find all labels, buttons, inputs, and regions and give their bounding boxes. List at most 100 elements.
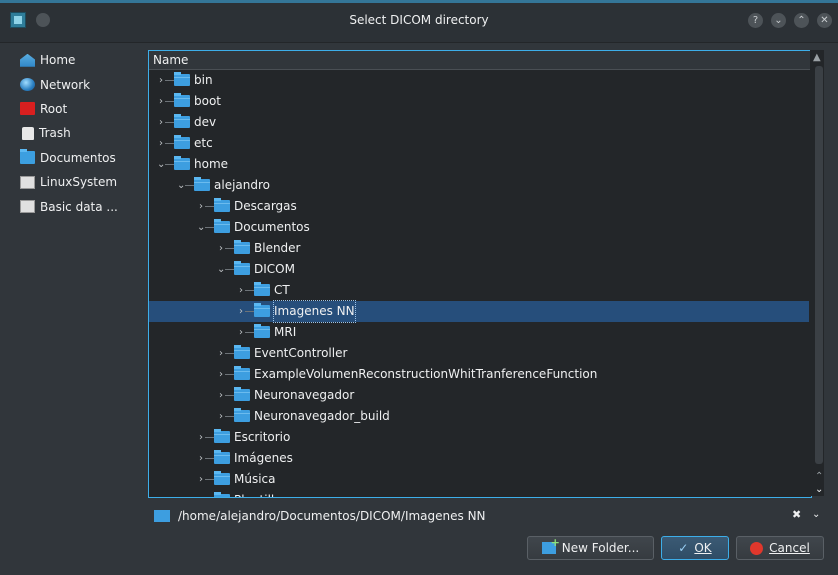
sidebar-item-network[interactable]: Network xyxy=(20,72,145,96)
cancel-button[interactable]: Cancel xyxy=(736,536,824,560)
scrollbar-thumb[interactable] xyxy=(815,66,823,464)
tree-branch-line xyxy=(245,332,254,333)
expand-arrow-icon[interactable]: › xyxy=(197,490,205,497)
expand-arrow-icon[interactable]: › xyxy=(237,322,245,343)
folder-icon xyxy=(174,156,190,170)
tree-branch-line xyxy=(165,101,174,102)
expand-arrow-icon[interactable]: › xyxy=(237,280,245,301)
tree-row[interactable]: ⌄ alejandro xyxy=(149,175,809,196)
expand-arrow-icon[interactable]: › xyxy=(217,343,225,364)
tree-branch-line xyxy=(245,290,254,291)
collapse-arrow-icon[interactable]: ⌄ xyxy=(197,217,205,238)
folder-icon xyxy=(174,93,190,107)
scroll-up-small-icon[interactable]: ⌃ xyxy=(815,471,823,482)
new-folder-label: New Folder... xyxy=(561,541,640,555)
tree-row[interactable]: › Imágenes xyxy=(149,448,809,469)
tree-row-label: ExampleVolumenReconstructionWhitTranfere… xyxy=(254,367,598,381)
tree-row-label: home xyxy=(194,157,229,171)
folder-icon xyxy=(214,450,230,464)
collapse-arrow-icon[interactable]: ⌄ xyxy=(177,175,185,196)
directory-tree[interactable]: Name › bin › boot › dev › etc ⌄ home ⌄ alejandro › De… xyxy=(148,50,812,498)
tree-row[interactable]: › ExampleVolumenReconstructionWhitTranfer… xyxy=(149,364,809,385)
clear-icon[interactable]: ✖ xyxy=(792,508,801,521)
sidebar-item-trash[interactable]: Trash xyxy=(20,121,145,145)
column-header-name[interactable]: Name xyxy=(149,51,811,70)
tree-branch-line xyxy=(205,206,214,207)
path-input[interactable]: /home/alejandro/Documentos/DICOM/Imagene… xyxy=(148,505,828,527)
tree-row-label: dev xyxy=(194,115,217,129)
tree-row-label: Imágenes xyxy=(234,451,293,465)
collapse-arrow-icon[interactable]: ⌄ xyxy=(157,154,165,175)
folder-icon xyxy=(254,303,270,317)
tree-row[interactable]: › MRI xyxy=(149,322,809,343)
sidebar-item-linuxsystem[interactable]: LinuxSystem xyxy=(20,170,145,194)
tree-row[interactable]: › Escritorio xyxy=(149,427,809,448)
tree-row[interactable]: › bin xyxy=(149,70,809,91)
tree-row[interactable]: › EventController xyxy=(149,343,809,364)
expand-arrow-icon[interactable]: › xyxy=(157,112,165,133)
path-value[interactable]: /home/alejandro/Documentos/DICOM/Imagene… xyxy=(178,505,486,527)
scroll-down-icon[interactable]: ⌄ xyxy=(815,484,823,495)
tree-row[interactable]: ⌄ Documentos xyxy=(149,217,809,238)
tree-row-label: CT xyxy=(274,283,290,297)
expand-arrow-icon[interactable]: › xyxy=(217,385,225,406)
drive-icon xyxy=(20,200,35,214)
folder-icon xyxy=(214,471,230,485)
tree-row[interactable]: › dev xyxy=(149,112,809,133)
maximize-icon[interactable]: ⌃ xyxy=(794,13,809,28)
tree-row-label: Música xyxy=(234,472,276,486)
sidebar-item-label: Network xyxy=(40,77,91,92)
sidebar-item-documentos[interactable]: Documentos xyxy=(20,146,145,170)
tree-row[interactable]: ⌄ DICOM xyxy=(149,259,809,280)
folder-icon xyxy=(174,135,190,149)
folder-icon xyxy=(194,177,210,191)
expand-arrow-icon[interactable]: › xyxy=(197,469,205,490)
collapse-arrow-icon[interactable]: ⌄ xyxy=(217,259,225,280)
expand-arrow-icon[interactable]: › xyxy=(217,238,225,259)
cancel-label: Cancel xyxy=(769,541,810,555)
expand-arrow-icon[interactable]: › xyxy=(157,91,165,112)
tree-row[interactable]: › Blender xyxy=(149,238,809,259)
sidebar-item-basic-data[interactable]: Basic data ... xyxy=(20,194,145,218)
expand-arrow-icon[interactable]: › xyxy=(237,301,245,322)
chevron-down-icon[interactable]: ⌄ xyxy=(812,509,820,520)
folder-icon xyxy=(234,240,250,254)
new-folder-button[interactable]: New Folder... xyxy=(527,536,654,560)
tree-branch-line xyxy=(205,227,214,228)
tree-row[interactable]: › Neuronavegador_build xyxy=(149,406,809,427)
expand-arrow-icon[interactable]: › xyxy=(197,196,205,217)
minimize-icon[interactable]: ⌄ xyxy=(771,13,786,28)
title-bar[interactable]: Select DICOM directory ? ⌄ ⌃ ✕ xyxy=(0,0,838,43)
folder-icon xyxy=(234,261,250,275)
expand-arrow-icon[interactable]: › xyxy=(197,448,205,469)
ok-button[interactable]: ✓ OK xyxy=(661,536,729,560)
tree-row[interactable]: › Imagenes NN xyxy=(149,300,809,323)
sidebar-item-label: Home xyxy=(40,53,76,68)
cancel-icon xyxy=(750,541,764,555)
tree-row[interactable]: › Descargas xyxy=(149,196,809,217)
tree-row[interactable]: › Música xyxy=(149,469,809,490)
close-icon[interactable]: ✕ xyxy=(817,13,832,28)
scroll-up-icon[interactable]: ▲ xyxy=(813,52,821,63)
tree-row[interactable]: › etc xyxy=(149,133,809,154)
tree-row[interactable]: › Plantillas xyxy=(149,490,809,497)
folder-icon xyxy=(214,429,230,443)
tree-row[interactable]: ⌄ home xyxy=(149,154,809,175)
expand-arrow-icon[interactable]: › xyxy=(197,427,205,448)
tree-row[interactable]: › boot xyxy=(149,91,809,112)
sidebar-item-home[interactable]: Home xyxy=(20,48,145,72)
tree-branch-line xyxy=(205,437,214,438)
folder-icon xyxy=(234,345,250,359)
folder-icon xyxy=(20,149,35,165)
expand-arrow-icon[interactable]: › xyxy=(157,133,165,154)
tree-row-label: alejandro xyxy=(214,178,270,192)
expand-arrow-icon[interactable]: › xyxy=(217,364,225,385)
tree-row-label: Blender xyxy=(254,241,301,255)
sidebar-item-root[interactable]: Root xyxy=(20,97,145,121)
tree-row[interactable]: › Neuronavegador xyxy=(149,385,809,406)
help-icon[interactable]: ? xyxy=(748,13,763,28)
tree-row-label: Neuronavegador_build xyxy=(254,409,390,423)
tree-row[interactable]: › CT xyxy=(149,280,809,301)
expand-arrow-icon[interactable]: › xyxy=(217,406,225,427)
expand-arrow-icon[interactable]: › xyxy=(157,70,165,91)
